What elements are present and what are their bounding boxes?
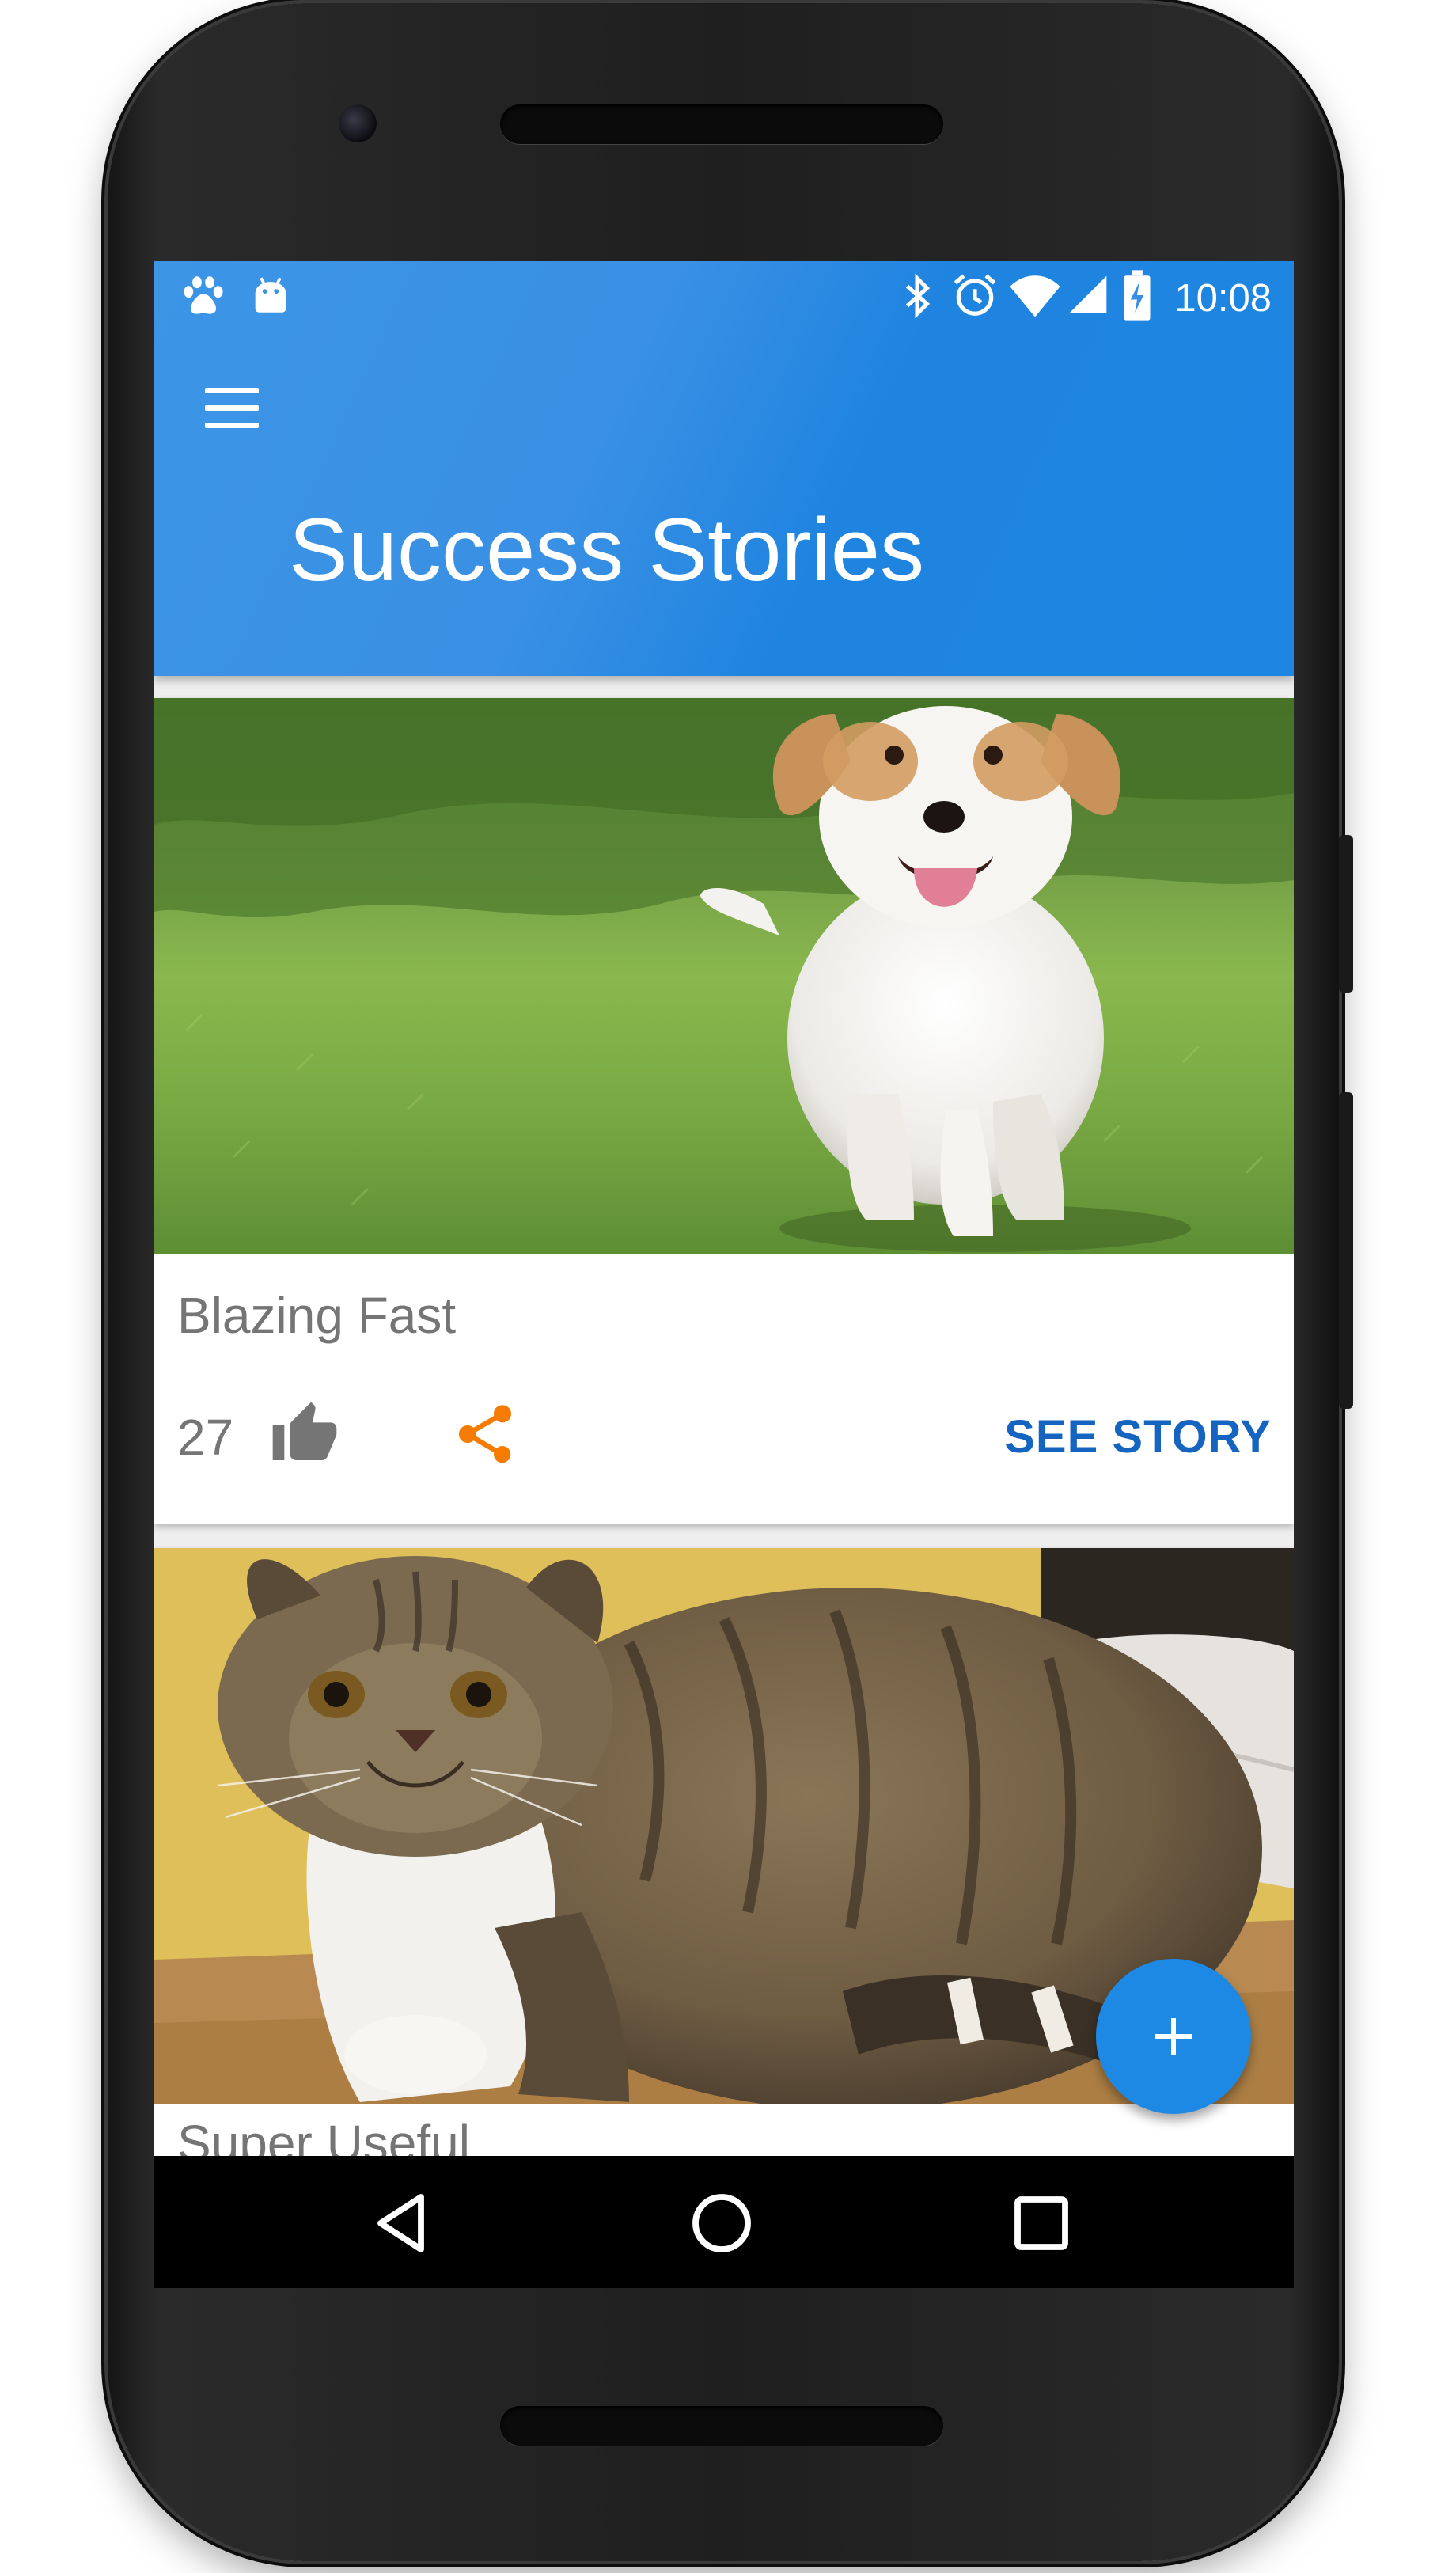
status-time: 10:08: [1174, 277, 1272, 320]
earpiece-speaker: [500, 104, 943, 144]
likes-count: 27: [177, 1409, 234, 1466]
menu-icon[interactable]: [205, 388, 259, 429]
bluetooth-icon: [905, 273, 931, 319]
paw-icon: [184, 276, 223, 314]
page-title: Success Stories: [289, 500, 924, 599]
volume-button: [1339, 1092, 1353, 1409]
status-bar: 10:08: [154, 261, 1294, 337]
add-button[interactable]: [1096, 1959, 1251, 2114]
bottom-speaker: [500, 2406, 943, 2446]
front-camera: [339, 104, 377, 142]
app-bar: 10:08 Success Stories: [154, 261, 1294, 676]
recents-icon[interactable]: [1006, 2188, 1077, 2259]
power-button: [1339, 835, 1353, 993]
home-icon[interactable]: [686, 2188, 757, 2259]
back-icon[interactable]: [366, 2188, 438, 2259]
see-story-button[interactable]: SEE STORY: [1004, 1406, 1272, 1469]
alarm-icon: [954, 274, 996, 316]
battery-charging-icon: [1124, 270, 1151, 321]
screen: 10:08 Success Stories Blazing Fast 27 SE…: [154, 261, 1294, 2288]
android-icon: [255, 277, 286, 313]
cell-signal-icon: [1069, 275, 1107, 313]
system-nav-bar: [154, 2156, 1294, 2288]
dog-running-photo[interactable]: [154, 698, 1294, 1254]
share-icon[interactable]: [450, 1399, 520, 1469]
card-title: Blazing Fast: [177, 1287, 457, 1344]
story-card[interactable]: Blazing Fast 27 SEE STORY: [154, 698, 1294, 1524]
thumb-up-icon[interactable]: [270, 1399, 339, 1469]
wifi-icon: [1010, 275, 1060, 317]
